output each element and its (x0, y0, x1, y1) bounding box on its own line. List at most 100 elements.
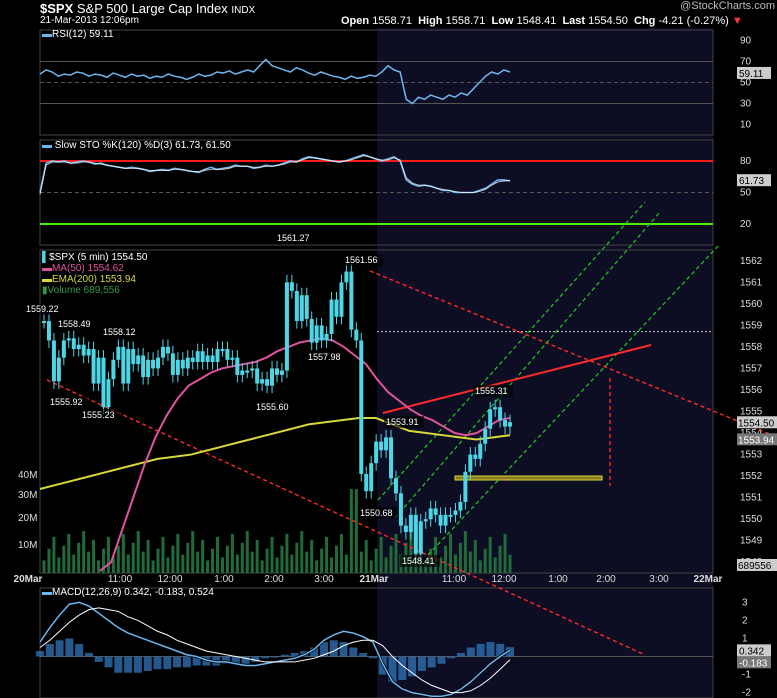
price-candle (314, 325, 319, 343)
volume-bar (498, 545, 502, 573)
x-axis-label: 3:00 (314, 574, 334, 585)
volume-bar (57, 557, 61, 573)
volume-bar (166, 557, 170, 573)
last-label: Last (562, 15, 586, 27)
sto-tick-label: 50 (740, 188, 752, 199)
macd-histogram-bar (65, 638, 74, 657)
price-candle (334, 299, 339, 317)
price-candle (463, 471, 468, 502)
volume-bar (156, 548, 160, 573)
price-tick-label: 1551 (740, 493, 763, 504)
price-candle (91, 349, 96, 384)
volume-bar (280, 545, 284, 573)
price-candle (329, 299, 334, 334)
price-candle (42, 321, 46, 324)
price-candle (250, 368, 255, 371)
volume-bar (176, 533, 180, 573)
volume-bar (478, 560, 482, 573)
macd-tick-label: 2 (742, 615, 748, 626)
price-candle (200, 351, 205, 362)
price-candle (468, 454, 473, 472)
open-value: 1558.71 (372, 15, 412, 27)
x-axis-label: 3:00 (649, 574, 669, 585)
volume-bar (42, 560, 46, 573)
volume-bar (220, 557, 224, 573)
sto-title: Slow STO %K(120) %D(3) 61.73, 61.50 (54, 140, 231, 151)
macd-histogram-bar (45, 643, 54, 657)
volume-bar (106, 536, 110, 573)
macd-histogram-bar (280, 654, 289, 657)
price-candle (279, 370, 284, 375)
volume-bar (230, 533, 234, 573)
price-candle (428, 508, 433, 520)
open-label: Open (341, 15, 370, 27)
volume-bar (349, 489, 353, 573)
volume-bar (97, 560, 101, 573)
volume-bar (67, 533, 71, 573)
price-tick-label: 1555 (740, 407, 763, 418)
price-candle (438, 514, 443, 526)
volume-bar (359, 551, 363, 573)
volume-bar (47, 548, 51, 573)
price-candle (220, 349, 225, 352)
volume-bar (141, 551, 145, 573)
volume-bar (116, 545, 120, 573)
macd-histogram-bar (114, 656, 123, 673)
price-candle (324, 333, 329, 341)
yellow-target-bar (454, 475, 603, 481)
price-tick-label: 1550 (740, 514, 763, 525)
volume-bar (126, 554, 130, 573)
price-candle (453, 510, 458, 515)
price-candle (275, 368, 279, 375)
price-candle (71, 338, 76, 350)
price-candle (284, 282, 289, 371)
volume-bar (260, 560, 264, 573)
legend-ema200: EMA(200) 1553.94 (52, 274, 136, 285)
price-annotation: 1558.12 (103, 327, 136, 337)
macd-histogram-bar (84, 652, 93, 657)
volume-bar (330, 557, 334, 573)
session-shade (377, 28, 713, 698)
price-tick-label: 1559 (740, 320, 763, 331)
price-candle (205, 355, 210, 362)
symbol: $SPX (40, 1, 74, 16)
sto-tick-label: 80 (740, 156, 752, 167)
price-candle (359, 340, 364, 474)
volume-bar (334, 545, 338, 573)
price-candle (245, 370, 250, 373)
price-candle (225, 349, 230, 360)
price-candle (175, 359, 180, 375)
volume-bar (146, 539, 150, 573)
macd-histogram-bar (486, 642, 495, 657)
macd-legend: ▬MACD(12,26,9) 0.342, -0.183, 0.524 (42, 587, 214, 598)
x-axis-label: 2:00 (596, 574, 616, 585)
macd-tick-label: 3 (742, 597, 748, 608)
watermark: @StockCharts.com (680, 0, 775, 12)
price-annotation: 1553.91 (386, 417, 419, 427)
exchange: INDX (231, 5, 256, 16)
chart-header-symbol: $SPX S&P 500 Large Cap Index INDX (40, 1, 255, 16)
price-candle (408, 514, 413, 533)
volume-bar (245, 531, 249, 573)
price-tick-label: 1556 (740, 385, 763, 396)
price-candle (101, 357, 106, 408)
volume-bar (235, 554, 239, 573)
price-candle (473, 454, 478, 459)
price-candle (364, 473, 369, 492)
rsi-current-label: 59.11 (739, 69, 764, 80)
volume-bar (384, 557, 388, 573)
x-axis-label: 2:00 (264, 574, 284, 585)
x-axis-label: 1:00 (548, 574, 568, 585)
price-candle (344, 271, 349, 283)
price-candle (46, 321, 51, 341)
macd-current-label: 0.342 (739, 646, 764, 657)
price-tick-label: 1558 (740, 342, 763, 353)
price-candle (413, 514, 418, 554)
macd-histogram-bar (261, 656, 270, 659)
volume-bar (206, 560, 210, 573)
volume-bar (449, 533, 453, 573)
price-candle (418, 521, 423, 554)
legend-volume: Volume 689,556 (47, 285, 120, 296)
price-tick-label: 1560 (740, 299, 763, 310)
macd-histogram-bar (143, 656, 152, 671)
